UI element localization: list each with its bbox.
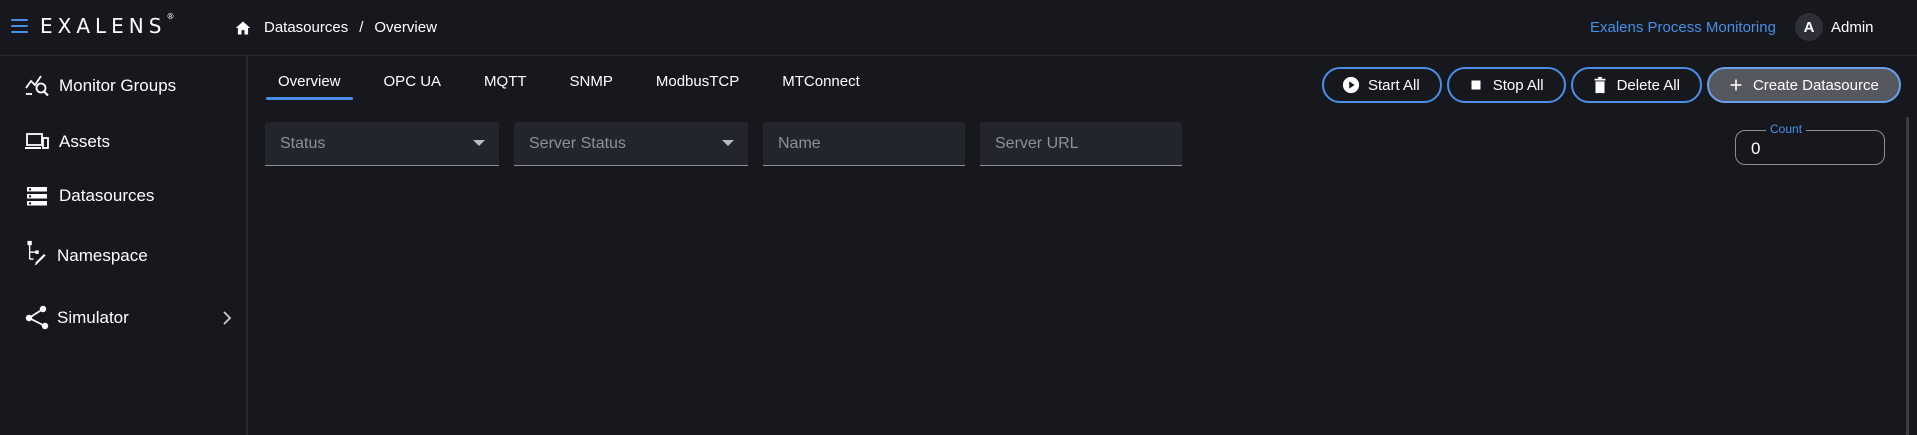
breadcrumb-datasources[interactable]: Datasources	[264, 19, 348, 36]
sidebar-item-label: Simulator	[57, 308, 129, 327]
status-select[interactable]: Status	[265, 122, 499, 166]
plus-icon	[1730, 79, 1742, 91]
app-name-link[interactable]: Exalens Process Monitoring	[1590, 19, 1776, 36]
sidebar-item-monitor-groups[interactable]: Monitor Groups	[0, 66, 246, 106]
create-datasource-label: Create Datasource	[1752, 76, 1879, 94]
start-all-label: Start All	[1368, 76, 1420, 94]
namespace-icon	[27, 240, 46, 266]
action-buttons: Start All Stop All Delete All Create Dat…	[1322, 67, 1906, 103]
server-status-placeholder: Server Status	[529, 135, 626, 152]
count-label: Count	[1766, 122, 1807, 136]
server-url-placeholder: Server URL	[995, 135, 1079, 152]
caret-down-icon	[473, 140, 485, 146]
trash-icon	[1594, 76, 1605, 94]
hamburger-menu-icon[interactable]	[11, 19, 28, 33]
sidebar-item-assets[interactable]: Assets	[0, 122, 246, 162]
datasource-tabs: Overview OPC UA MQTT SNMP ModbusTCP MTCo…	[266, 62, 891, 102]
top-bar: EXALENS® Datasources / Overview Exalens …	[0, 0, 1917, 56]
assets-icon	[25, 133, 49, 149]
sidebar-item-label: Assets	[59, 132, 111, 151]
chevron-right-icon[interactable]	[220, 311, 234, 325]
sidebar-item-label: Monitor Groups	[59, 76, 177, 95]
breadcrumb-overview: Overview	[374, 19, 437, 36]
play-icon	[1342, 76, 1360, 94]
sidebar: Monitor Groups Assets Datasources Namesp…	[0, 56, 248, 435]
datasources-icon	[27, 187, 47, 206]
scrollbar[interactable]	[1906, 117, 1909, 435]
breadcrumb: Datasources / Overview	[234, 19, 437, 36]
delete-all-label: Delete All	[1616, 76, 1680, 94]
tab-snmp[interactable]: SNMP	[558, 62, 625, 102]
monitor-groups-icon	[25, 75, 49, 97]
server-url-input[interactable]: Server URL	[980, 122, 1182, 166]
sidebar-item-datasources[interactable]: Datasources	[0, 176, 246, 216]
sidebar-item-namespace[interactable]: Namespace	[0, 236, 246, 276]
exalens-logo[interactable]: EXALENS®	[40, 12, 174, 38]
delete-all-button[interactable]: Delete All	[1570, 67, 1702, 103]
create-datasource-button[interactable]: Create Datasource	[1706, 67, 1901, 103]
stop-all-label: Stop All	[1492, 76, 1544, 94]
tab-overview[interactable]: Overview	[266, 62, 353, 102]
stop-all-button[interactable]: Stop All	[1446, 67, 1566, 103]
count-value: 0	[1751, 139, 1761, 158]
tab-mqtt[interactable]: MQTT	[472, 62, 539, 102]
sidebar-item-label: Datasources	[59, 186, 155, 205]
home-icon[interactable]	[234, 20, 252, 36]
name-input[interactable]: Name	[763, 122, 965, 166]
breadcrumb-separator: /	[359, 19, 364, 36]
simulator-icon	[25, 305, 49, 330]
name-placeholder: Name	[778, 135, 821, 152]
status-placeholder: Status	[280, 135, 326, 152]
user-menu[interactable]: A Admin	[1795, 13, 1874, 41]
caret-down-icon	[722, 140, 734, 146]
sidebar-item-label: Namespace	[57, 246, 148, 265]
filter-bar: Status Server Status Name Server URL	[265, 122, 1197, 166]
avatar[interactable]: A	[1795, 13, 1823, 41]
start-all-button[interactable]: Start All	[1322, 67, 1442, 103]
sidebar-item-simulator[interactable]: Simulator	[0, 298, 246, 338]
server-status-select[interactable]: Server Status	[514, 122, 748, 166]
count-field: Count 0	[1735, 122, 1885, 165]
tab-mtconnect[interactable]: MTConnect	[770, 62, 872, 102]
user-name[interactable]: Admin	[1831, 19, 1874, 36]
tab-opc-ua[interactable]: OPC UA	[372, 62, 454, 102]
stop-icon	[1471, 80, 1481, 90]
tab-modbustcp[interactable]: ModbusTCP	[644, 62, 751, 102]
